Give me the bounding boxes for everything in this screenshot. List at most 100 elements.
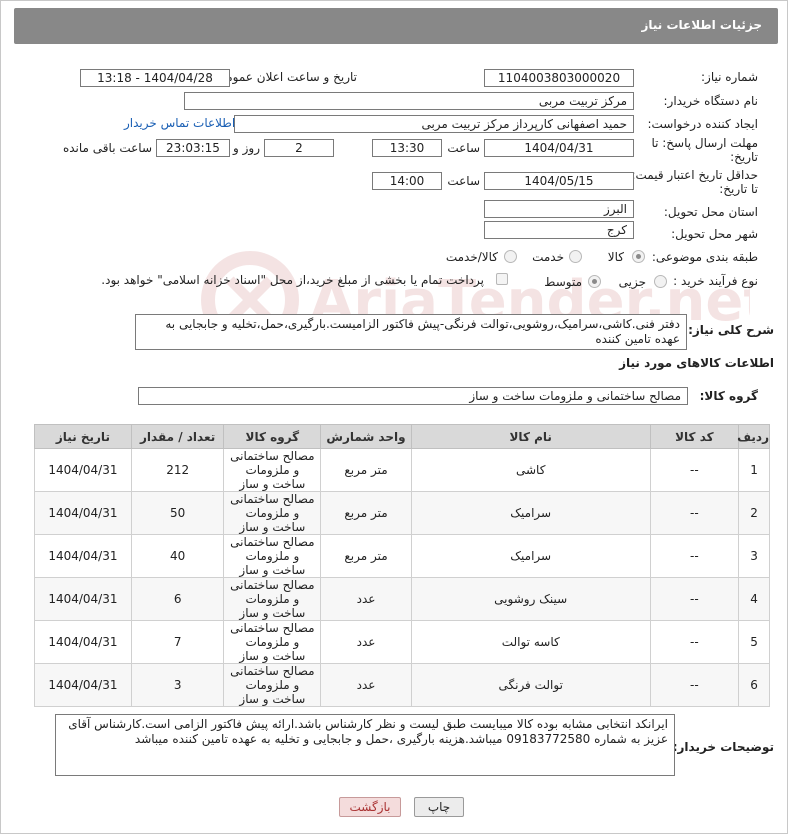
deadline-date-field: 1404/04/31 [484,139,634,157]
cell-group: مصالح ساختمانی و ملزومات ساخت و ساز [223,577,322,621]
min-price-date-field: 1404/05/15 [484,172,634,190]
table-row: 1 -- کاشی متر مربع مصالح ساختمانی و ملزو… [34,448,770,492]
cell-unit: متر مربع [320,448,412,492]
col-header-qty: تعداد / مقدار [130,424,225,449]
cell-row: 2 [738,491,770,535]
table-header-row: ردیف کد کالا نام کالا واحد شمارش گروه کا… [34,424,770,449]
min-price-time-field: 14:00 [372,172,442,190]
col-header-group: گروه کالا [223,424,322,449]
min-price-time-label: ساعت [447,174,480,188]
cell-name: کاسه توالت [410,620,651,664]
col-header-unit: واحد شمارش [320,424,412,449]
cell-group: مصالح ساختمانی و ملزومات ساخت و ساز [223,448,322,492]
category-option-goods-service: کالا/خدمت [445,250,498,264]
contact-info-link[interactable]: اطلاعات تماس خریدار [124,116,235,130]
province-label: استان محل تحویل: [663,205,758,219]
goods-section-title: اطلاعات کالاهای مورد نیاز [619,356,774,370]
category-radio-goods-service[interactable] [504,250,517,263]
items-table: ردیف کد کالا نام کالا واحد شمارش گروه کا… [34,424,770,707]
cell-qty: 6 [130,577,225,621]
process-radio-minor[interactable] [654,275,667,288]
print-button[interactable]: چاپ [414,797,464,817]
col-header-name: نام کالا [410,424,651,449]
city-label: شهر محل تحویل: [671,227,758,241]
deadline-time-label: ساعت [447,141,480,155]
need-number-field: 1104003803000020 [484,69,634,87]
cell-qty: 40 [130,534,225,578]
cell-code: -- [649,448,740,492]
cell-date: 1404/04/31 [34,577,132,621]
remaining-time-field: 23:03:15 [156,139,230,157]
treasury-payment-checkbox[interactable] [496,273,508,285]
creator-field: حمید اصفهانی کارپرداز مرکز تربیت مربی [234,115,634,133]
cell-date: 1404/04/31 [34,448,132,492]
cell-name: توالت فرنگی [410,663,651,707]
cell-date: 1404/04/31 [34,663,132,707]
table-row: 6 -- توالت فرنگی عدد مصالح ساختمانی و مل… [34,663,770,707]
buyer-org-field: مرکز تربیت مربی [184,92,634,110]
days-field: 2 [264,139,334,157]
process-radio-medium[interactable] [588,275,601,288]
cell-code: -- [649,620,740,664]
deadline-label-1: مهلت ارسال پاسخ: تا [651,136,758,150]
days-label: روز و [233,141,260,155]
cell-unit: عدد [320,577,412,621]
cell-name: سینک روشویی [410,577,651,621]
cell-unit: عدد [320,620,412,664]
city-field: کرج [484,221,634,239]
col-header-code: کد کالا [649,424,740,449]
province-field: البرز [484,200,634,218]
cell-date: 1404/04/31 [34,491,132,535]
process-label: نوع فرآیند خرید : [673,274,758,288]
page-header: جزئیات اطلاعات نیاز [14,8,778,44]
cell-row: 6 [738,663,770,707]
cell-qty: 7 [130,620,225,664]
buyer-notes-textarea[interactable]: ایرانکد انتخابی مشابه بوده کالا میبایست … [55,714,675,776]
description-label: شرح کلی نیاز: [688,323,774,337]
min-price-label-2: تا تاریخ: [719,182,758,196]
cell-code: -- [649,534,740,578]
table-row: 3 -- سرامیک متر مربع مصالح ساختمانی و مل… [34,534,770,578]
cell-row: 1 [738,448,770,492]
cell-group: مصالح ساختمانی و ملزومات ساخت و ساز [223,491,322,535]
cell-name: کاشی [410,448,651,492]
description-textarea[interactable]: دفتر فنی.کاشی،سرامیک،روشویی،توالت فرنگی-… [135,314,687,350]
process-option-minor: جزیی [618,275,646,289]
announce-field: 1404/04/28 - 13:18 [80,69,230,87]
category-radio-service[interactable] [569,250,582,263]
buyer-notes-label: توضیحات خریدار: [672,740,774,754]
treasury-payment-note: پرداخت تمام یا بخشی از مبلغ خرید،از محل … [101,273,484,287]
cell-code: -- [649,663,740,707]
announce-label: تاریخ و ساعت اعلان عمومی: [212,70,357,84]
cell-code: -- [649,491,740,535]
page-title: جزئیات اطلاعات نیاز [641,18,762,32]
category-option-service: خدمت [532,250,564,264]
cell-qty: 212 [130,448,225,492]
cell-row: 3 [738,534,770,578]
category-radio-goods[interactable] [632,250,645,263]
back-button[interactable]: بازگشت [339,797,401,817]
table-row: 4 -- سینک روشویی عدد مصالح ساختمانی و مل… [34,577,770,621]
cell-date: 1404/04/31 [34,620,132,664]
cell-name: سرامیک [410,491,651,535]
cell-date: 1404/04/31 [34,534,132,578]
table-row: 2 -- سرامیک متر مربع مصالح ساختمانی و مل… [34,491,770,535]
cell-group: مصالح ساختمانی و ملزومات ساخت و ساز [223,663,322,707]
cell-row: 4 [738,577,770,621]
table-row: 5 -- کاسه توالت عدد مصالح ساختمانی و ملز… [34,620,770,664]
cell-row: 5 [738,620,770,664]
cell-unit: متر مربع [320,534,412,578]
cell-group: مصالح ساختمانی و ملزومات ساخت و ساز [223,534,322,578]
category-label: طبقه بندی موضوعی: [651,250,758,264]
deadline-time-field: 13:30 [372,139,442,157]
deadline-label-2: تاریخ: [730,150,758,164]
min-price-label-1: حداقل تاریخ اعتبار قیمت: [631,168,758,182]
category-option-goods: کالا [607,250,624,264]
buyer-org-label: نام دستگاه خریدار: [663,94,759,108]
need-number-label: شماره نیاز: [701,70,758,84]
cell-code: -- [649,577,740,621]
cell-unit: عدد [320,663,412,707]
cell-qty: 3 [130,663,225,707]
goods-group-label: گروه کالا: [699,389,758,403]
col-header-date: تاریخ نیاز [34,424,132,449]
